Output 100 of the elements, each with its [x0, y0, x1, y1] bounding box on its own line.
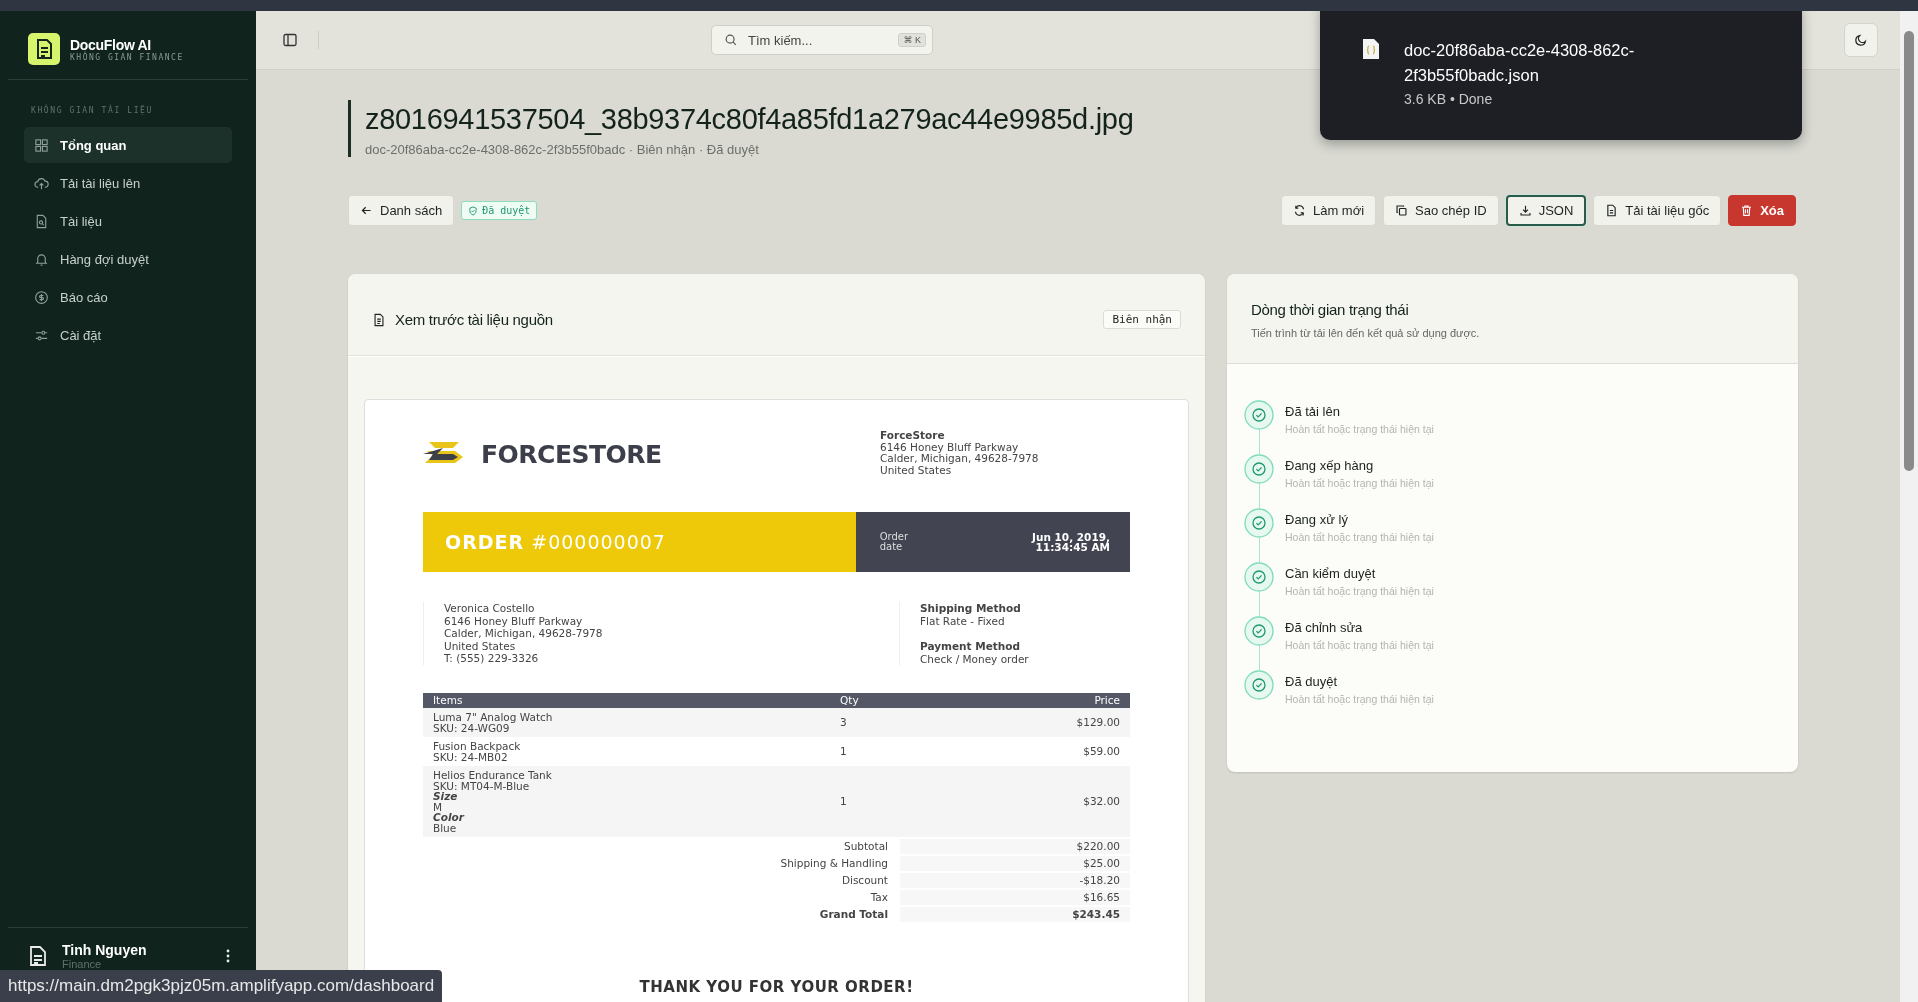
- customer-line: Veronica Costello: [444, 602, 536, 615]
- total-value: $243.45: [900, 907, 1130, 922]
- download-filename[interactable]: doc-20f86aba-cc2e-4308-862c-2f3b55f0badc.json: [1404, 38, 1669, 88]
- delete-button[interactable]: Xóa: [1728, 195, 1796, 226]
- column-header: Items: [433, 694, 464, 707]
- back-button[interactable]: Danh sách: [348, 195, 455, 226]
- search-input[interactable]: Tìm kiếm...: [748, 32, 889, 48]
- shortcut-hint: ⌘ K: [898, 33, 926, 47]
- step-note: Hoàn tất hoặc trạng thái hiện tại: [1285, 585, 1434, 597]
- document-type-tag: Biên nhận: [1103, 310, 1181, 329]
- total-label: Shipping & Handling: [780, 856, 889, 871]
- document-meta: doc-20f86aba-cc2e-4308-862c-2f3b55f0badc · Biên nhận · Đã duyệt: [365, 142, 760, 157]
- method-label: Shipping Method: [920, 602, 1022, 615]
- option-name: Color: [433, 812, 466, 823]
- customer-line: T: (555) 229-3326: [444, 652, 540, 665]
- address-line: United States: [880, 464, 952, 476]
- more-icon[interactable]: [226, 949, 230, 963]
- item-price: $129.00: [1075, 717, 1120, 728]
- sidebar-item[interactable]: Tài liệu: [24, 203, 232, 239]
- download-icon: [1518, 204, 1532, 217]
- moon-icon: [1854, 33, 1868, 47]
- card-title: Dòng thời gian trạng thái: [1251, 301, 1410, 318]
- scrollbar[interactable]: [1900, 11, 1918, 1002]
- document-title: z8016941537504_38b9374c80f4a85fd1a279ac44e9985d.jpg: [365, 102, 1134, 137]
- order-date: Jun 10, 2019,: [1032, 532, 1110, 542]
- total-value: -$18.20: [900, 873, 1130, 888]
- brand-name: DocuFlow AI: [70, 36, 152, 53]
- step-label: Đã tải lên: [1285, 404, 1341, 419]
- item-qty: 1: [840, 746, 848, 757]
- step-label: Đã chỉnh sửa: [1285, 620, 1364, 635]
- trash-icon: [1740, 204, 1754, 217]
- option-value: M: [433, 801, 444, 812]
- document-icon: [372, 312, 386, 327]
- json-download-button[interactable]: JSON: [1505, 195, 1587, 226]
- store-name: ForceStore: [880, 430, 946, 442]
- section-label: KHÔNG GIAN TÀI LIỆU: [30, 103, 154, 117]
- item-sku: SKU: 24-WG09: [433, 722, 510, 733]
- item-name: Fusion Backpack: [433, 741, 522, 752]
- search-field[interactable]: Tìm kiếm... ⌘ K: [711, 25, 933, 55]
- column-header: Price: [1093, 694, 1120, 707]
- sidebar-toggle-icon[interactable]: [282, 32, 298, 48]
- theme-toggle-button[interactable]: [1844, 23, 1878, 57]
- user-name: Tinh Nguyen: [62, 942, 148, 958]
- item-name: Helios Endurance Tank: [433, 770, 553, 781]
- total-label: Subtotal: [844, 839, 889, 854]
- step-label: Cần kiểm duyệt: [1285, 566, 1377, 581]
- customer-line: Calder, Michigan, 49628-7978: [444, 627, 604, 640]
- document-icon: [28, 945, 48, 967]
- status-badge: Đã duyệt: [461, 201, 538, 220]
- item-qty: 1: [840, 796, 848, 807]
- customer-line: United States: [444, 639, 517, 652]
- sidebar-item[interactable]: Tải tài liệu lên: [24, 165, 232, 201]
- address-line: 6146 Honey Bluff Parkway: [880, 441, 1020, 453]
- refresh-button[interactable]: Làm mới: [1280, 195, 1377, 226]
- json-file-icon: [1362, 38, 1380, 60]
- item-name: Luma 7" Analog Watch: [433, 712, 554, 723]
- refresh-icon: [1292, 204, 1306, 217]
- item-sku: SKU: MT04-M-Blue: [433, 780, 531, 791]
- customer-line: 6146 Honey Bluff Parkway: [444, 614, 584, 627]
- step-note: Hoàn tất hoặc trạng thái hiện tại: [1285, 531, 1434, 543]
- sidebar-item[interactable]: Tổng quan: [24, 127, 232, 163]
- total-value: $25.00: [900, 856, 1130, 871]
- download-original-button[interactable]: Tải tài liệu gốc: [1593, 195, 1722, 226]
- order-number: ORDER #000000007: [445, 531, 666, 553]
- sidebar-item[interactable]: Cài đặt: [24, 317, 232, 353]
- sidebar-item[interactable]: Hàng đợi duyệt: [24, 241, 232, 277]
- sidebar-item[interactable]: Báo cáo: [24, 279, 232, 315]
- total-value: $220.00: [900, 839, 1130, 854]
- method-value: Check / Money order: [920, 652, 1030, 665]
- address-line: Calder, Michigan, 49628-7978: [880, 453, 1040, 465]
- search-icon: [724, 33, 738, 47]
- option-name: Size: [433, 791, 459, 802]
- arrow-left-icon: [360, 204, 373, 217]
- dollar-icon: [34, 289, 49, 305]
- item-price: $32.00: [1082, 796, 1120, 807]
- total-label: Grand Total: [819, 907, 889, 922]
- order-date-label: Order date: [879, 532, 910, 552]
- step-label: Đã duyệt: [1285, 674, 1339, 689]
- download-info: 3.6 KB • Done: [1404, 91, 1494, 107]
- total-label: Discount: [841, 873, 889, 888]
- item-price: $59.00: [1082, 746, 1120, 757]
- brand-name: FORCESTORE: [481, 439, 662, 469]
- cloud-upload-icon: [34, 175, 49, 191]
- method-label: Payment Method: [920, 640, 1022, 653]
- item-qty: 3: [840, 717, 848, 728]
- user-role: Finance: [62, 958, 103, 970]
- total-value: $16.65: [900, 890, 1130, 905]
- method-value: Flat Rate - Fixed: [920, 614, 1006, 627]
- document-icon: [1605, 204, 1619, 217]
- bell-icon: [34, 251, 49, 267]
- workspace-name: KHÔNG GIAN FINANCE: [70, 52, 184, 62]
- status-url: https://main.dm2pgk3pjz05m.amplifyapp.com/dashboard: [0, 970, 443, 1002]
- shield-check-icon: [468, 205, 479, 216]
- option-value: Blue: [433, 822, 458, 833]
- copy-id-button[interactable]: Sao chép ID: [1383, 195, 1499, 226]
- logo-icon: [28, 33, 60, 65]
- card-subtitle: Tiến trình từ tải lên đến kết quả sử dụng được.: [1251, 327, 1481, 339]
- order-date: 11:34:45 AM: [1035, 542, 1110, 552]
- step-note: Hoàn tất hoặc trạng thái hiện tại: [1285, 693, 1434, 705]
- step-note: Hoàn tất hoặc trạng thái hiện tại: [1285, 639, 1434, 651]
